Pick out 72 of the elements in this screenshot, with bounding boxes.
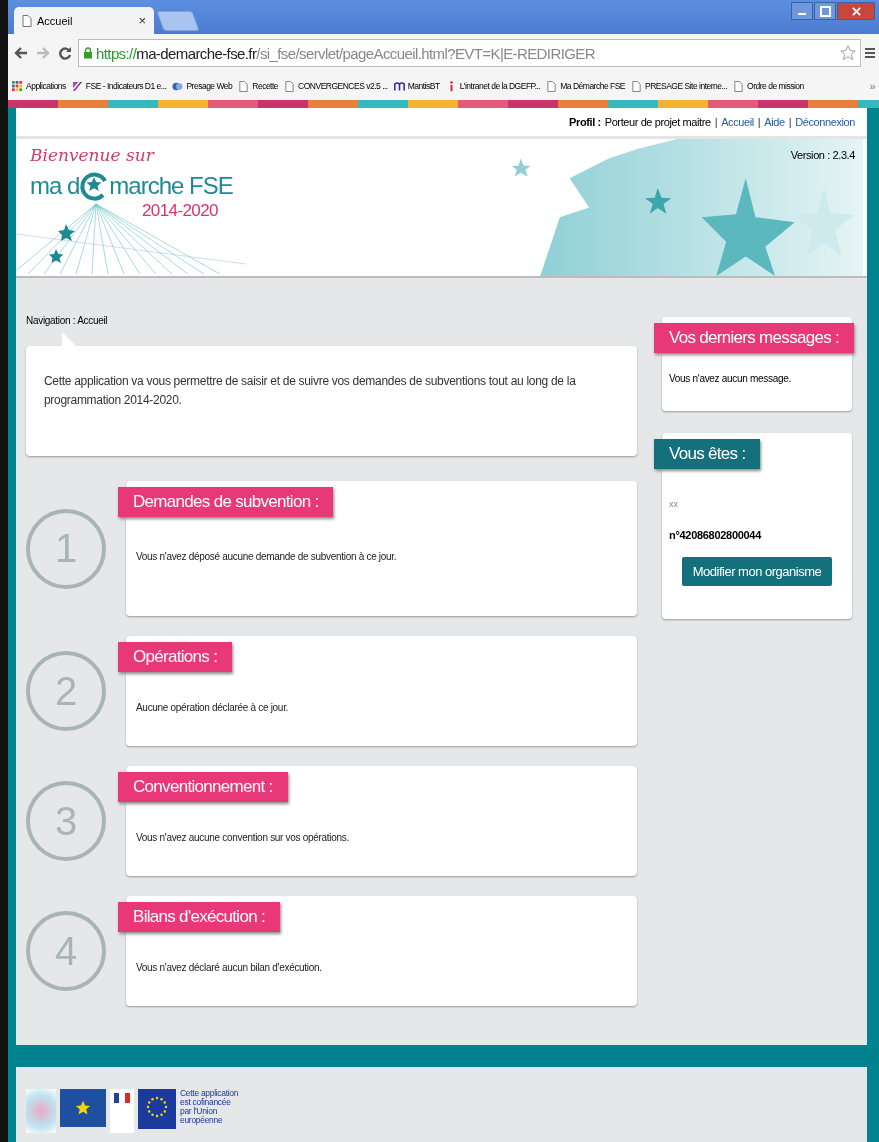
breadcrumb: Navigation : Accueil [26, 315, 108, 327]
french-republic-logo-drawing [110, 1089, 134, 1133]
page-icon [22, 14, 32, 27]
step-title: Conventionnement : [118, 772, 288, 802]
logo-icon [71, 80, 83, 92]
bookmark-item[interactable]: L'intranet de la DGEFP... [445, 80, 541, 92]
back-icon[interactable] [14, 46, 28, 60]
step-number: 2 [26, 651, 106, 731]
reload-icon[interactable] [58, 46, 72, 60]
organization-name: xx [669, 499, 679, 509]
page-icon [546, 80, 558, 92]
modify-organization-button[interactable]: Modifier mon organisme [681, 557, 833, 586]
messages-text: Vous n'avez aucun message. [669, 373, 792, 384]
step-title: Bilans d'exécution : [118, 902, 280, 932]
address-bar[interactable]: https://ma-demarche-fse.fr/si_fse/servlet/pageAccueil.html?EVT=K|E-REDIRIGER [78, 39, 861, 67]
restore-button[interactable] [814, 2, 836, 20]
intro-text: Cette application va vous permettre de saisir et de suivre vos demandes de subventions tout au long de la programmation 2014-2020. [44, 373, 577, 409]
separator: | [757, 116, 761, 128]
panel-title: Vous êtes : [654, 439, 761, 469]
separator: | [788, 116, 792, 128]
close-tab-button[interactable]: × [138, 13, 146, 28]
lock-icon [83, 47, 93, 59]
close-icon [851, 6, 861, 16]
step-text: Vous n'avez aucune convention sur vos opérations. [136, 832, 350, 843]
cofinance-text: Cette application est cofinancée par l'Union européenne [180, 1089, 240, 1125]
eu-flag-drawing [138, 1089, 176, 1129]
logo-text: marche FSE [109, 172, 233, 200]
bookmark-item[interactable]: FSE - Indicateurs D1 e... [71, 80, 167, 92]
profile-value: Porteur de projet maitre [604, 116, 711, 128]
panel-title: Vos derniers messages : [654, 323, 855, 353]
browser-tab[interactable]: Accueil × [14, 7, 154, 34]
bookmark-item[interactable]: Recette [238, 80, 279, 92]
step-title: Opérations : [118, 642, 233, 672]
page-icon [238, 80, 250, 92]
step-text: Aucune opération déclarée à ce jour. [136, 702, 290, 713]
circle-logo-icon [172, 80, 184, 92]
header-link[interactable]: Accueil [721, 116, 754, 128]
welcome-text: Bienvenue sur [30, 145, 156, 165]
m-logo-icon [393, 80, 405, 92]
organization-number: n°42086802800044 [669, 529, 763, 541]
header-link[interactable]: Aide [764, 116, 785, 128]
step-number: 4 [26, 911, 106, 991]
bookmark-item[interactable]: CONVERGENCES v2.5 ... [284, 80, 388, 92]
page-icon [284, 80, 296, 92]
version-label: Version : 2.3.4 [790, 149, 855, 161]
apps-grid-icon [12, 80, 23, 92]
europe-engage-logo-drawing [60, 1089, 106, 1127]
header-link[interactable]: Déconnexion [795, 116, 855, 128]
logo-years: 2014-2020 [142, 201, 219, 221]
tab-title: Accueil [37, 14, 74, 27]
bookmark-star-icon[interactable] [840, 45, 856, 61]
logo-drawing [26, 1089, 56, 1133]
separator: | [714, 116, 718, 128]
step-text: Vous n'avez déposé aucune demande de subvention à ce jour. [136, 551, 398, 562]
step-title: Demandes de subvention : [118, 487, 334, 517]
page-icon [733, 80, 745, 92]
page-icon [631, 80, 643, 92]
bookmark-item[interactable]: PRESAGE Site interne... [631, 80, 728, 92]
close-window-button[interactable] [837, 2, 875, 20]
logo-text: ma d [30, 172, 80, 200]
minimize-button[interactable] [791, 2, 813, 20]
menu-icon[interactable] [865, 47, 875, 59]
bookmark-item[interactable]: Presage Web [172, 80, 233, 92]
bookmark-item[interactable]: Applications [12, 80, 66, 92]
profile-label: Profil : [569, 116, 601, 128]
more-bookmarks-button[interactable]: » [869, 80, 875, 92]
bookmark-item[interactable]: Ordre de mission [733, 80, 804, 92]
bookmark-item[interactable]: MantisBT [393, 80, 440, 92]
step-number: 3 [26, 781, 106, 861]
bookmark-item[interactable]: Ma Démarche FSE [546, 80, 626, 92]
step-text: Vous n'avez déclaré aucun bilan d'exécution. [136, 962, 323, 973]
step-number: 1 [26, 508, 106, 589]
